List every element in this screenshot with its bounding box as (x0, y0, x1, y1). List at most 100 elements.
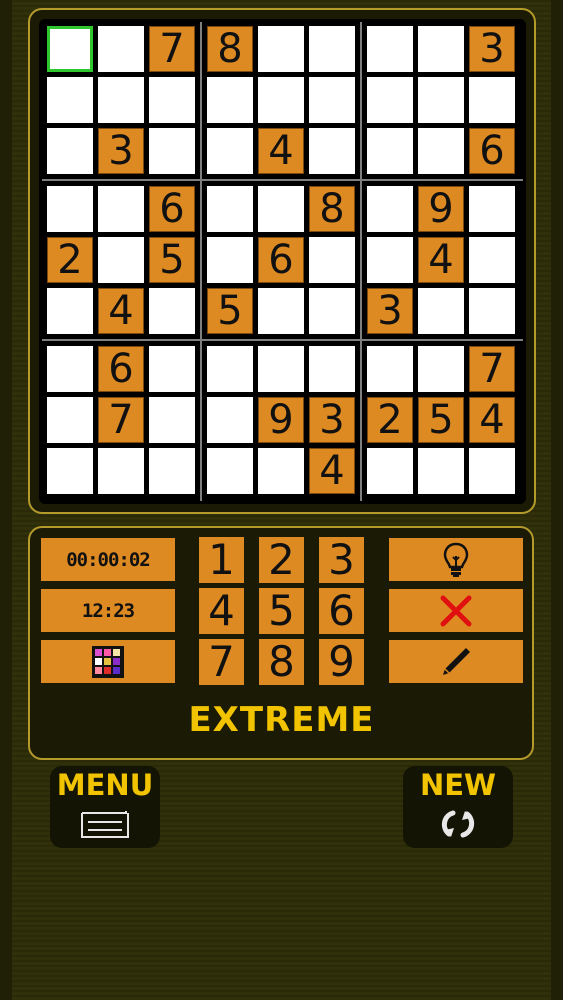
sudoku-cell[interactable]: 4 (309, 448, 355, 494)
number-button[interactable]: 2 (259, 537, 304, 583)
sudoku-cell[interactable]: 4 (418, 237, 464, 283)
sudoku-cell[interactable] (469, 288, 515, 334)
sudoku-cell[interactable] (98, 77, 144, 123)
sudoku-cell[interactable]: 5 (418, 397, 464, 443)
number-button[interactable]: 5 (259, 588, 304, 634)
pencil-button[interactable] (389, 640, 523, 683)
sudoku-cell[interactable] (149, 128, 195, 174)
sudoku-cell[interactable] (98, 237, 144, 283)
sudoku-cell[interactable] (258, 77, 304, 123)
number-button[interactable]: 3 (319, 537, 364, 583)
sudoku-cell[interactable]: 3 (98, 128, 144, 174)
sudoku-cell[interactable] (47, 448, 93, 494)
sudoku-cell[interactable]: 3 (309, 397, 355, 443)
sudoku-cell[interactable] (309, 237, 355, 283)
sudoku-cell[interactable]: 9 (418, 186, 464, 232)
sudoku-cell[interactable] (418, 77, 464, 123)
number-button[interactable]: 7 (199, 639, 244, 685)
sudoku-cell[interactable] (309, 288, 355, 334)
sudoku-cell[interactable] (149, 346, 195, 392)
sudoku-cell[interactable] (309, 346, 355, 392)
sudoku-cell[interactable] (47, 397, 93, 443)
sudoku-cell[interactable] (309, 26, 355, 72)
sudoku-cell[interactable] (149, 448, 195, 494)
sudoku-cell[interactable] (258, 346, 304, 392)
sudoku-cell[interactable] (47, 128, 93, 174)
sudoku-cell[interactable]: 4 (98, 288, 144, 334)
sudoku-cell[interactable] (469, 186, 515, 232)
sudoku-cell[interactable]: 6 (149, 186, 195, 232)
new-game-button[interactable]: NEW (403, 766, 513, 848)
sudoku-cell[interactable] (258, 186, 304, 232)
sudoku-cell[interactable] (47, 288, 93, 334)
sudoku-cell[interactable] (258, 448, 304, 494)
box-divider (360, 22, 362, 501)
sudoku-cell[interactable] (367, 128, 413, 174)
sudoku-cell[interactable] (207, 448, 253, 494)
sudoku-cell[interactable] (149, 77, 195, 123)
sudoku-cell[interactable]: 8 (309, 186, 355, 232)
sudoku-cell[interactable] (469, 77, 515, 123)
sudoku-cell[interactable] (367, 77, 413, 123)
number-button[interactable]: 8 (259, 639, 304, 685)
sudoku-cell[interactable] (149, 397, 195, 443)
refresh-icon (403, 806, 513, 842)
sudoku-cell[interactable]: 6 (469, 128, 515, 174)
color-grid-button[interactable] (41, 640, 175, 683)
hint-button[interactable] (389, 538, 523, 581)
sudoku-cell[interactable]: 2 (47, 237, 93, 283)
sudoku-cell[interactable]: 6 (98, 346, 144, 392)
erase-button[interactable] (389, 589, 523, 632)
sudoku-cell[interactable] (207, 237, 253, 283)
sudoku-cell[interactable] (309, 77, 355, 123)
sudoku-cell[interactable]: 5 (207, 288, 253, 334)
sudoku-cell[interactable]: 5 (149, 237, 195, 283)
sudoku-cell[interactable] (207, 186, 253, 232)
sudoku-cell[interactable]: 3 (367, 288, 413, 334)
number-button[interactable]: 9 (319, 639, 364, 685)
sudoku-cell[interactable] (367, 448, 413, 494)
sudoku-cell[interactable] (98, 448, 144, 494)
sudoku-cell[interactable] (258, 26, 304, 72)
sudoku-cell[interactable] (207, 397, 253, 443)
sudoku-cell[interactable] (469, 448, 515, 494)
sudoku-cell[interactable] (258, 288, 304, 334)
sudoku-cell[interactable] (207, 77, 253, 123)
sudoku-cell[interactable]: 4 (258, 128, 304, 174)
sudoku-cell[interactable] (418, 288, 464, 334)
timer-text: 00:00:02 (66, 548, 151, 571)
sudoku-cell[interactable] (47, 26, 93, 72)
menu-button[interactable]: MENU (50, 766, 160, 848)
sudoku-cell[interactable]: 8 (207, 26, 253, 72)
sudoku-cell[interactable] (47, 346, 93, 392)
sudoku-cell[interactable]: 7 (98, 397, 144, 443)
pencil-icon (443, 647, 470, 675)
sudoku-cell[interactable] (418, 346, 464, 392)
sudoku-cell[interactable]: 6 (258, 237, 304, 283)
sudoku-cell[interactable]: 7 (149, 26, 195, 72)
sudoku-cell[interactable] (367, 346, 413, 392)
sudoku-cell[interactable]: 9 (258, 397, 304, 443)
sudoku-cell[interactable] (207, 346, 253, 392)
number-button[interactable]: 1 (199, 537, 244, 583)
sudoku-cell[interactable] (98, 26, 144, 72)
sudoku-cell[interactable]: 7 (469, 346, 515, 392)
sudoku-cell[interactable] (309, 128, 355, 174)
sudoku-cell[interactable] (418, 26, 464, 72)
number-button[interactable]: 4 (199, 588, 244, 634)
number-button[interactable]: 6 (319, 588, 364, 634)
sudoku-cell[interactable]: 3 (469, 26, 515, 72)
sudoku-cell[interactable]: 4 (469, 397, 515, 443)
sudoku-cell[interactable] (47, 77, 93, 123)
sudoku-cell[interactable] (367, 26, 413, 72)
sudoku-cell[interactable] (367, 186, 413, 232)
sudoku-cell[interactable] (418, 448, 464, 494)
sudoku-cell[interactable] (418, 128, 464, 174)
sudoku-cell[interactable] (149, 288, 195, 334)
sudoku-cell[interactable] (98, 186, 144, 232)
sudoku-cell[interactable] (367, 237, 413, 283)
sudoku-cell[interactable] (469, 237, 515, 283)
sudoku-cell[interactable] (47, 186, 93, 232)
sudoku-cell[interactable]: 2 (367, 397, 413, 443)
sudoku-cell[interactable] (207, 128, 253, 174)
